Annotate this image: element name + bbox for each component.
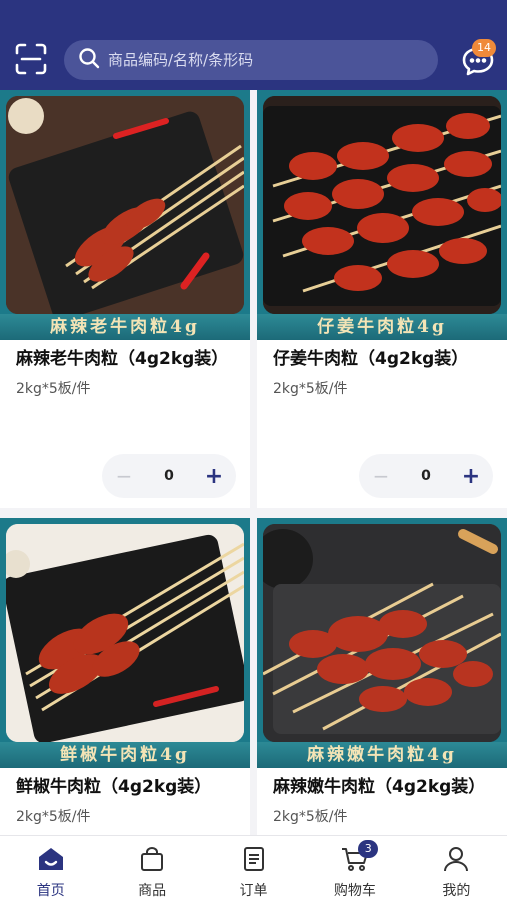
nav-label: 订单 [239, 883, 268, 899]
product-title[interactable]: 麻辣老牛肉粒（4g2kg装） [16, 348, 241, 370]
order-icon [240, 846, 268, 876]
nav-item-orders[interactable]: 订单 [203, 836, 304, 900]
nav-item-cart[interactable]: 3 购物车 [304, 836, 405, 900]
top-bar: 14 [0, 0, 507, 90]
product-spec: 2kg*5板/件 [273, 809, 348, 825]
nav-label: 商品 [138, 883, 167, 899]
quantity-stepper: − 0 + [359, 454, 493, 498]
quantity-value: 0 [164, 468, 174, 484]
user-icon [442, 846, 470, 876]
nav-item-home[interactable]: 首页 [0, 836, 101, 900]
nav-item-products[interactable]: 商品 [101, 836, 202, 900]
product-banner: 鲜椒牛肉粒4g [0, 742, 250, 768]
quantity-stepper: − 0 + [102, 454, 236, 498]
decrease-button[interactable]: − [371, 464, 391, 488]
product-grid: 麻辣老牛肉粒4g 麻辣老牛肉粒（4g2kg装） 2kg*5板/件 − 0 + 仔… [0, 90, 507, 835]
product-title[interactable]: 鲜椒牛肉粒（4g2kg装） [16, 776, 241, 798]
product-spec: 2kg*5板/件 [16, 381, 91, 397]
product-image[interactable]: 麻辣嫩牛肉粒4g [257, 518, 507, 768]
search-input[interactable] [108, 51, 408, 69]
product-card[interactable]: 麻辣嫩牛肉粒4g 麻辣嫩牛肉粒（4g2kg装） 2kg*5板/件 [257, 518, 507, 835]
product-title[interactable]: 麻辣嫩牛肉粒（4g2kg装） [273, 776, 498, 798]
decrease-button[interactable]: − [114, 464, 134, 488]
search-bar[interactable] [64, 40, 438, 80]
cart-badge: 3 [358, 840, 379, 858]
home-icon [37, 846, 65, 876]
product-banner: 麻辣嫩牛肉粒4g [257, 742, 507, 768]
product-image[interactable]: 仔姜牛肉粒4g [257, 90, 507, 340]
product-banner: 麻辣老牛肉粒4g [0, 314, 250, 340]
product-title[interactable]: 仔姜牛肉粒（4g2kg装） [273, 348, 498, 370]
product-image[interactable]: 鲜椒牛肉粒4g [0, 518, 250, 768]
product-card[interactable]: 仔姜牛肉粒4g 仔姜牛肉粒（4g2kg装） 2kg*5板/件 − 0 + [257, 90, 507, 508]
product-image[interactable]: 麻辣老牛肉粒4g [0, 90, 250, 340]
increase-button[interactable]: + [204, 464, 224, 489]
product-banner: 仔姜牛肉粒4g [257, 314, 507, 340]
nav-label: 首页 [36, 883, 65, 899]
product-spec: 2kg*5板/件 [273, 381, 348, 397]
nav-label: 我的 [442, 883, 471, 899]
increase-button[interactable]: + [461, 464, 481, 489]
nav-item-profile[interactable]: 我的 [406, 836, 507, 900]
search-icon [78, 47, 100, 73]
scan-icon[interactable] [14, 42, 48, 76]
product-card[interactable]: 麻辣老牛肉粒4g 麻辣老牛肉粒（4g2kg装） 2kg*5板/件 − 0 + [0, 90, 250, 508]
quantity-value: 0 [421, 468, 431, 484]
bag-icon [138, 846, 166, 876]
bottom-nav: 首页 商品 订单 3 购物车 我的 [0, 835, 507, 900]
nav-label: 购物车 [333, 883, 376, 899]
message-badge: 14 [472, 39, 496, 57]
product-card[interactable]: 鲜椒牛肉粒4g 鲜椒牛肉粒（4g2kg装） 2kg*5板/件 [0, 518, 250, 835]
product-spec: 2kg*5板/件 [16, 809, 91, 825]
